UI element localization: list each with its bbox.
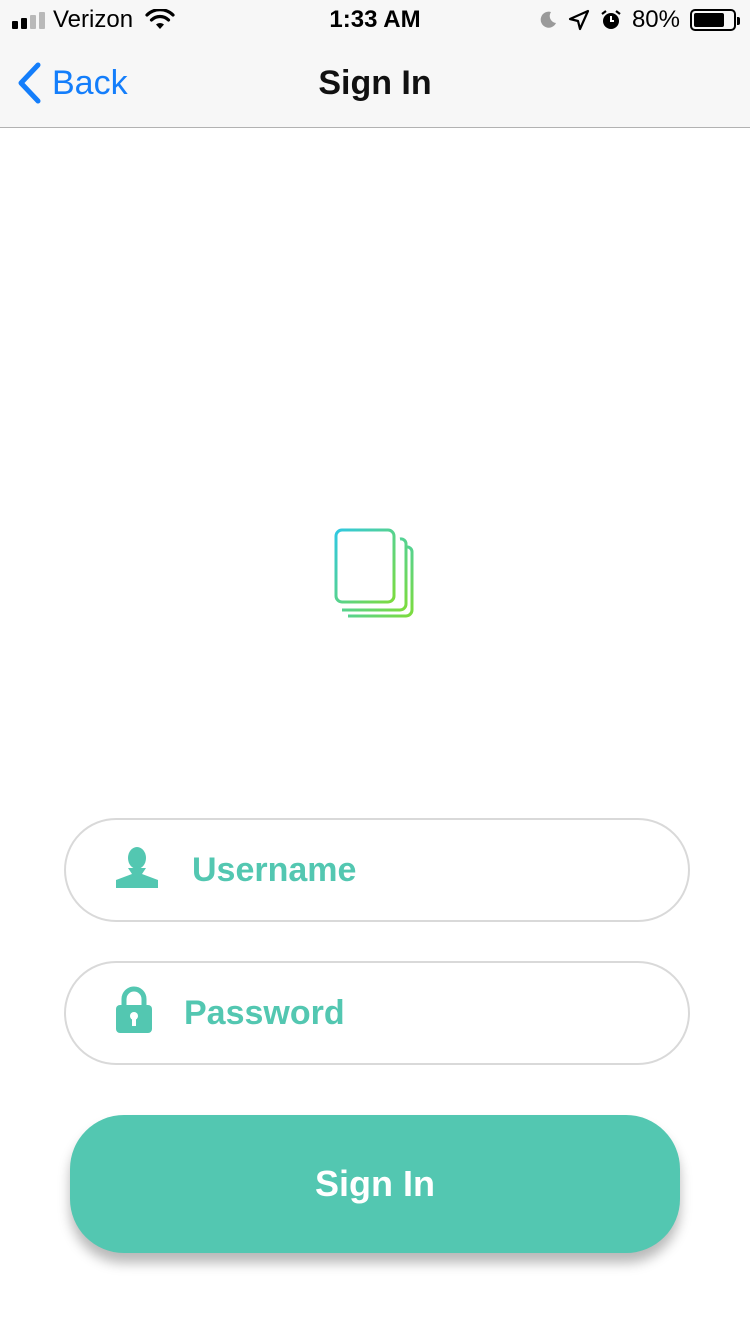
alarm-icon — [601, 10, 621, 29]
moon-icon — [540, 11, 556, 28]
battery-icon — [690, 9, 740, 31]
password-input[interactable] — [184, 963, 648, 1063]
app-logo-icon — [334, 528, 414, 618]
password-field[interactable] — [64, 961, 690, 1065]
status-bar: Verizon 1:33 AM 80% — [0, 0, 750, 40]
lock-icon — [116, 986, 152, 1033]
location-arrow-icon — [568, 9, 590, 31]
sign-in-screen: Verizon 1:33 AM 80% Back Sign In Usernam… — [0, 0, 750, 1334]
page-title: Sign In — [318, 64, 432, 102]
sign-in-button[interactable]: Sign In — [70, 1115, 680, 1253]
username-input[interactable] — [192, 820, 648, 920]
user-icon — [116, 847, 158, 888]
username-field[interactable] — [64, 818, 690, 922]
battery-percent: 80% — [631, 6, 680, 33]
status-right: 80% — [538, 6, 740, 34]
navigation-bar: Back Sign In — [0, 40, 750, 128]
